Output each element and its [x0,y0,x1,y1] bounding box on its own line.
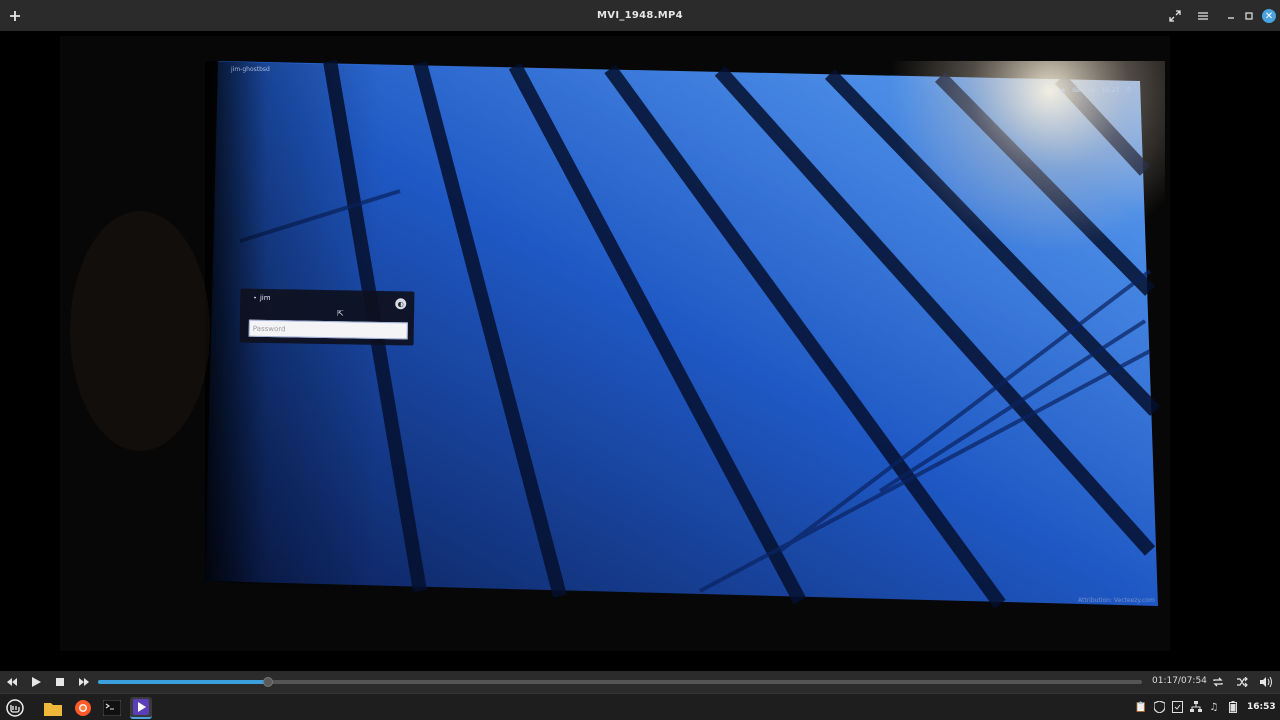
shuffle-icon [1237,677,1248,687]
taskbar-files[interactable] [42,697,64,719]
video-scene-image [60,36,1170,651]
start-menu-button[interactable] [4,697,26,719]
login-status-bar: ◉ ⌨ us 15:27 ⏻ [1060,86,1131,94]
rewind-button[interactable] [4,674,20,690]
main-menu-button[interactable] [1194,7,1212,25]
network-icon [1190,701,1202,712]
fast-forward-button[interactable] [76,674,92,690]
terminal-icon [103,700,121,716]
taskbar-clock[interactable]: 16:53 [1247,702,1276,712]
stop-button[interactable] [52,674,68,690]
taskbar-media-player[interactable] [130,697,152,719]
session-selector-button[interactable]: ◐ [395,298,407,310]
stop-icon [56,678,64,686]
firefox-icon [75,700,91,716]
video-frame[interactable]: jim-ghostbsd ◉ ⌨ us 15:27 ⏻ jim ◐ ⇱ Attr… [0,31,1280,671]
login-box: jim ◐ [239,288,415,346]
hamburger-icon [1198,12,1208,20]
keyboard-layout-label[interactable]: us [1088,87,1095,94]
maximize-icon [1245,12,1253,20]
username-label[interactable]: jim [253,294,271,302]
update-manager-icon [1171,701,1183,713]
playback-controls: 01:17/07:54 [0,671,1280,693]
minimize-icon [1228,17,1234,19]
seek-bar[interactable] [98,677,1142,687]
play-button[interactable] [28,674,44,690]
keyboard-icon[interactable]: ⌨ [1072,87,1081,94]
clipboard-tray-icon[interactable]: 📋 [1134,700,1148,714]
battery-icon [1229,701,1237,713]
window-title: MVI_1948.MP4 [597,10,683,21]
status-clock: 15:27 [1101,86,1120,94]
taskbar: 📋 ♫ 16:53 [0,693,1280,720]
session-icon: ◐ [397,299,404,308]
fullscreen-button[interactable] [1166,7,1184,25]
media-player-icon [133,699,149,715]
folder-icon [44,702,62,716]
volume-icon [1260,677,1272,687]
plus-icon [10,11,20,21]
maximize-button[interactable] [1240,7,1258,25]
battery-tray-icon[interactable] [1226,700,1240,714]
fast-forward-icon [79,678,89,686]
open-file-button[interactable] [6,7,24,25]
loop-button[interactable] [1210,674,1226,690]
time-display: 01:17/07:54 [1152,676,1207,686]
expand-icon [1169,10,1181,22]
password-input[interactable] [248,319,408,340]
close-button[interactable]: ✕ [1260,7,1278,25]
volume-button[interactable] [1258,674,1274,690]
sound-tray-icon[interactable]: ♫ [1207,700,1221,714]
updates-tray-icon[interactable] [1170,700,1184,714]
seek-handle[interactable] [263,677,274,687]
seek-bar-fill [98,680,269,684]
rewind-icon [7,678,17,686]
shield-icon [1153,701,1165,713]
minimize-button[interactable] [1222,7,1240,25]
mint-logo-icon [6,699,24,717]
close-icon: ✕ [1262,9,1276,23]
shuffle-button[interactable] [1234,674,1250,690]
attribution-label: Attribution: Vecteezy.com [1078,597,1155,604]
media-player-window: MVI_1948.MP4 ✕ jim-ghostbsd ◉ ⌨ us 15:27… [0,0,1280,720]
mouse-cursor-icon: ⇱ [337,309,344,318]
power-icon[interactable]: ⏻ [1126,86,1131,94]
accessibility-icon[interactable]: ◉ [1060,87,1065,94]
play-icon [31,677,41,687]
taskbar-firefox[interactable] [72,697,94,719]
network-tray-icon[interactable] [1189,700,1203,714]
title-bar: MVI_1948.MP4 ✕ [0,0,1280,31]
repeat-icon [1213,677,1223,687]
hostname-label: jim-ghostbsd [231,66,270,73]
taskbar-terminal[interactable] [101,697,123,719]
shield-tray-icon[interactable] [1152,700,1166,714]
